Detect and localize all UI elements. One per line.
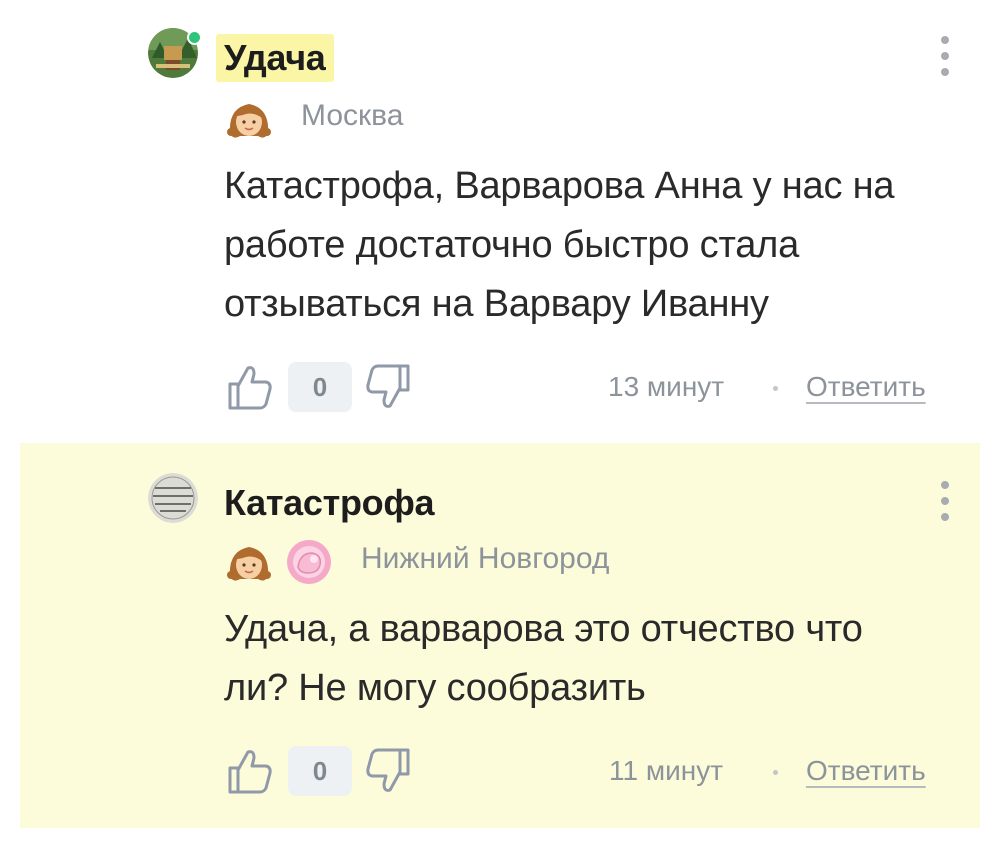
separator-dot xyxy=(773,386,778,391)
comment-time: 11 минут xyxy=(609,755,724,786)
vote-score: 0 xyxy=(288,746,352,796)
comment-line: Катастрофа, Варварова Анна у нас на xyxy=(224,165,895,207)
comment-line: ли? Не могу сообразить xyxy=(224,667,646,709)
comment-line: отзываться на Варвару Иванну xyxy=(224,283,769,325)
online-indicator xyxy=(187,30,202,45)
comment-time: 13 минут xyxy=(608,371,725,402)
reply-button[interactable]: Ответить xyxy=(806,754,926,788)
comment-text: Удача, а варварова это отчество что ли? … xyxy=(224,600,964,718)
author-name[interactable]: Катастрофа xyxy=(224,481,435,525)
separator-dot xyxy=(773,770,778,775)
author-city: Москва xyxy=(301,99,404,132)
comment-text: Катастрофа, Варварова Анна у нас на рабо… xyxy=(224,157,964,334)
thumbs-up-icon[interactable] xyxy=(226,362,274,412)
thumbs-down-icon[interactable] xyxy=(364,362,412,412)
girl-avatar-badge-icon xyxy=(227,104,271,138)
comments-feed: Удача Москва Катастрофа, Варварова Анна … xyxy=(0,0,1000,849)
girl-avatar-badge-icon xyxy=(227,547,271,581)
more-menu-button[interactable] xyxy=(938,36,952,84)
comment-line: работе достаточно быстро стала xyxy=(224,224,800,266)
comment-line: Удача, а варварова это отчество что xyxy=(224,608,863,650)
more-menu-button[interactable] xyxy=(938,481,952,529)
stamp-avatar-icon xyxy=(148,473,198,523)
author-name[interactable]: Удача xyxy=(216,34,334,82)
vote-score: 0 xyxy=(288,362,352,412)
thumbs-up-icon[interactable] xyxy=(226,746,274,796)
thumbs-down-icon[interactable] xyxy=(364,746,412,796)
author-city: Нижний Новгород xyxy=(361,542,610,575)
reply-button[interactable]: Ответить xyxy=(806,370,926,404)
pink-baby-badge-icon xyxy=(287,540,331,584)
comment-item-highlighted: Катастрофа Нижний Новгород Удача, а варв… xyxy=(20,443,980,828)
comment-item: Удача Москва Катастрофа, Варварова Анна … xyxy=(0,0,1000,440)
avatar[interactable] xyxy=(148,473,198,523)
